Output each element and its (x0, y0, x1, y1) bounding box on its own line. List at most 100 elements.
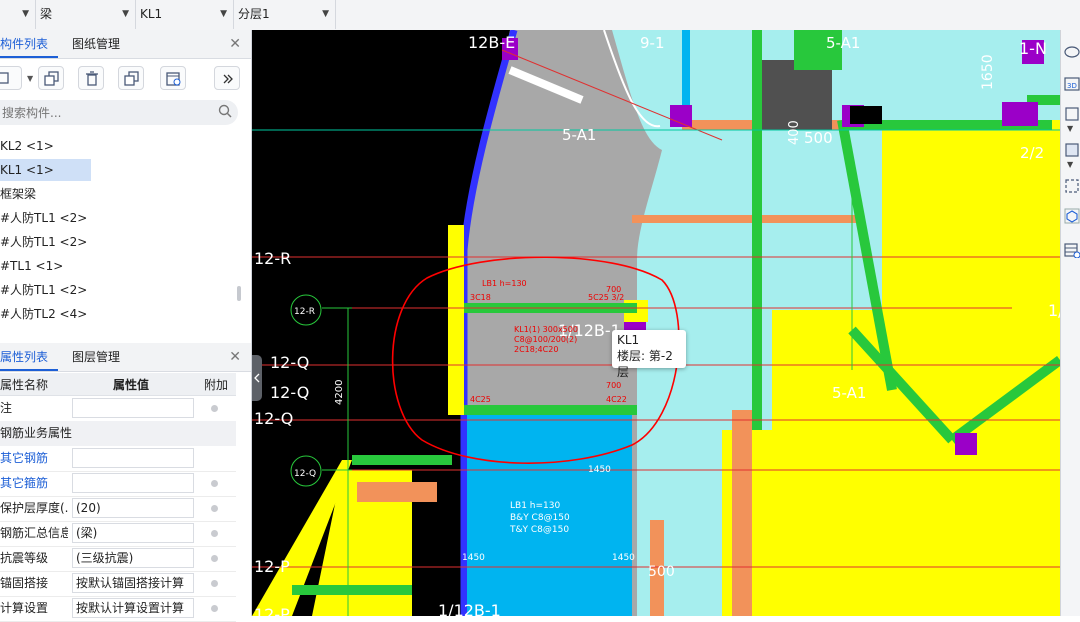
dimension-label: 500 (804, 129, 833, 147)
close-icon[interactable]: ✕ (229, 30, 241, 58)
component-name-dropdown[interactable]: KL1 ▼ (136, 0, 234, 29)
component-panel-tabs: 构件列表 图纸管理 ✕ (0, 30, 251, 59)
rebar-label: 3C18 (470, 293, 491, 302)
grid-label: 12-P (254, 605, 290, 616)
new-component-button[interactable] (0, 66, 22, 90)
cad-drawing[interactable]: 12B-E 9-1 5-A1 1-N 5-A1 1650 400 500 2/2… (252, 30, 1060, 616)
component-type-dropdown[interactable]: 梁 ▼ (36, 0, 136, 29)
tree-scrollbar[interactable] (237, 286, 241, 301)
tree-item[interactable]: #人防TL1 <2> (0, 231, 87, 253)
tree-item[interactable]: #人防TL2 <4> (0, 303, 87, 325)
property-row: 计算设置 按默认计算设置计算 (0, 596, 236, 622)
tree-item[interactable]: KL1 <1> (0, 159, 91, 181)
grid-label: 12-Q (254, 409, 293, 428)
rebar-label: 5C25 3/2 (588, 293, 624, 302)
property-name: 抗震等级 (0, 551, 49, 565)
property-name: 注 (0, 401, 13, 415)
grid-label: 1/12B-1 (438, 601, 501, 616)
search-icon[interactable] (218, 104, 232, 121)
property-value-field[interactable] (72, 398, 194, 418)
property-value-field[interactable]: (梁) (72, 523, 194, 543)
extra-checkbox[interactable] (211, 580, 218, 587)
property-row: 注 (0, 396, 236, 422)
column-header-extra: 附加 (204, 378, 229, 392)
search-input[interactable] (0, 100, 238, 125)
property-row: 其它箍筋 (0, 471, 236, 497)
copy-to-floor-button[interactable] (118, 66, 144, 90)
grid-label: 5-A1 (562, 126, 596, 144)
component-type-value: 梁 (40, 7, 53, 21)
close-icon[interactable]: ✕ (229, 343, 241, 371)
property-panel-tabs: 属性列表 图层管理 ✕ (0, 343, 251, 372)
extra-checkbox[interactable] (211, 405, 218, 412)
dark-block (762, 60, 832, 130)
slab-label: LB1 h=130 (482, 279, 527, 288)
tree-item[interactable]: 框架梁 (0, 183, 36, 205)
tree-item[interactable]: #人防TL1 <2> (0, 207, 87, 229)
rebar-label: 4C22 (606, 395, 627, 404)
cylinder-icon[interactable] (1064, 44, 1080, 60)
property-value-field[interactable]: (三级抗震) (72, 548, 194, 568)
tree-item[interactable]: #人防TL1 <2> (0, 279, 87, 301)
orange-beam (357, 482, 437, 502)
dark-block (850, 106, 882, 124)
dimension-label: 500 (648, 564, 675, 580)
property-row: 锚固搭接 按默认锚固搭接计算 (0, 571, 236, 597)
chevron-down-icon[interactable]: ▼ (1067, 124, 1073, 133)
property-value-field[interactable] (72, 473, 194, 493)
tab-drawing-management[interactable]: 图纸管理 (72, 30, 132, 58)
extra-checkbox[interactable] (211, 605, 218, 612)
property-value-field[interactable] (72, 448, 194, 468)
table-settings-icon[interactable] (1064, 242, 1080, 258)
dimension-label: 1450 (462, 553, 485, 563)
property-value-field[interactable]: (20) (72, 498, 194, 518)
cube-icon[interactable] (1064, 106, 1080, 122)
rebar-label: 4C25 (470, 395, 491, 404)
chevron-down-icon[interactable]: ▼ (27, 74, 33, 83)
floor-dropdown[interactable]: ▼ (0, 0, 36, 29)
new-icon (0, 72, 9, 84)
tree-item[interactable]: KL2 <1> (0, 135, 54, 157)
extra-checkbox[interactable] (211, 530, 218, 537)
yellow-column (448, 225, 464, 415)
cad-canvas[interactable]: 12B-E 9-1 5-A1 1-N 5-A1 1650 400 500 2/2… (252, 30, 1060, 616)
tree-item[interactable]: #TL1 <1> (0, 255, 63, 277)
top-toolbar: ▼ 梁 ▼ KL1 ▼ 分层1 ▼ (0, 0, 1080, 31)
calendar-button[interactable] (160, 66, 186, 90)
layer-dropdown[interactable]: 分层1 ▼ (234, 0, 336, 29)
box-view-icon[interactable] (1064, 142, 1080, 158)
property-group[interactable]: 钢筋业务属性 (0, 421, 236, 446)
tab-layer-management[interactable]: 图层管理 (72, 343, 132, 371)
shield-cube-icon[interactable] (1064, 208, 1080, 224)
slab-label: B&Y C8@150 (510, 513, 570, 523)
chevron-down-icon: ▼ (322, 9, 329, 19)
panel-collapse-handle[interactable] (252, 355, 262, 401)
trash-icon (86, 71, 98, 86)
grid-bubble-label: 12-R (294, 307, 315, 317)
grid-label: 12B-E (468, 33, 515, 52)
orange-beam (632, 215, 862, 223)
dimension-label: 1450 (588, 465, 611, 475)
extra-checkbox[interactable] (211, 555, 218, 562)
extra-checkbox[interactable] (211, 505, 218, 512)
tooltip-name: KL1 (617, 333, 640, 347)
tab-component-list[interactable]: 构件列表 (0, 30, 58, 58)
tab-property-list[interactable]: 属性列表 (0, 343, 58, 371)
component-name-value: KL1 (140, 7, 163, 21)
dashed-select-icon[interactable] (1064, 178, 1080, 194)
property-row: 保护层厚度(... (20) (0, 496, 236, 522)
dimension-label: 1450 (612, 553, 635, 563)
orange-beam (732, 410, 752, 616)
copy-button[interactable] (38, 66, 64, 90)
expand-panel-button[interactable] (214, 66, 240, 90)
copy-icon (44, 71, 59, 86)
property-name: 钢筋汇总信息 (0, 526, 68, 540)
delete-button[interactable] (78, 66, 104, 90)
property-value-field[interactable]: 按默认计算设置计算 (72, 598, 194, 618)
chevron-down-icon[interactable]: ▼ (1067, 160, 1073, 169)
column-header-value: 属性值 (113, 378, 150, 392)
extra-checkbox[interactable] (211, 480, 218, 487)
3d-view-icon[interactable]: 3D (1064, 76, 1080, 92)
property-value-field[interactable]: 按默认锚固搭接计算 (72, 573, 194, 593)
tooltip-floor: 楼层: 第-2层 (617, 349, 673, 379)
